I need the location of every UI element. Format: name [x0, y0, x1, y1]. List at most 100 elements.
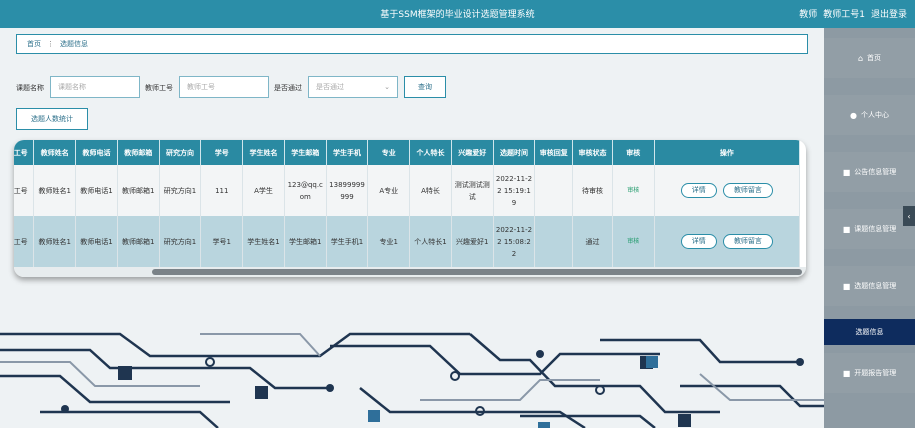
sidebar-item-home[interactable]: ⌂ 首页	[824, 38, 915, 78]
sidebar-item-label: 首页	[867, 54, 882, 62]
logout-link[interactable]: 退出登录	[871, 10, 907, 20]
column-header: 专业	[367, 140, 411, 165]
table-cell: 13899999999	[326, 165, 369, 216]
table-cell: 教师邮箱1	[117, 165, 160, 216]
table-cell: 2022-11-22 15:19:19	[493, 165, 536, 216]
breadcrumb: 首页 ⋮ 选题信息	[16, 34, 808, 54]
table-row: 工号 教师姓名1 教师电话1 教师邮箱1 研究方向1 111 A学生 123@q…	[14, 165, 801, 216]
topic-input[interactable]: 课题名称	[50, 76, 140, 98]
table-cell: 学号1	[200, 216, 244, 267]
chevron-down-icon: ⌄	[384, 83, 390, 91]
topic-icon: ■	[842, 224, 851, 234]
table-cell: 通过	[572, 216, 613, 267]
detail-button[interactable]: 详情	[680, 234, 717, 249]
sidebar-item-label: 课题信息管理	[854, 225, 897, 233]
table-row: 工号 教师姓名1 教师电话1 教师邮箱1 研究方向1 学号1 学生姓名1 学生邮…	[14, 216, 801, 267]
sidebar-item-label: 公告信息管理	[854, 168, 897, 176]
sidebar-item-selection-info[interactable]: 选题信息	[824, 319, 915, 345]
report-icon: ■	[842, 368, 851, 378]
circuit-decoration	[0, 332, 824, 428]
sidebar-item-label: 选题信息管理	[854, 282, 897, 290]
home-icon: ⌂	[857, 53, 864, 63]
table-cell: 2022-11-22 15:08:22	[493, 216, 536, 267]
query-button[interactable]: 查询	[404, 76, 446, 98]
pass-select-value: 是否通过	[316, 83, 344, 91]
breadcrumb-current: 选题信息	[60, 40, 88, 48]
table-cell: A特长	[409, 165, 452, 216]
column-header: 学号	[200, 140, 244, 165]
sidebar-item-selection-manage[interactable]: ■ 选题信息管理	[824, 266, 915, 306]
table-cell: 研究方向1	[159, 165, 202, 216]
column-header: 教师姓名	[33, 140, 77, 165]
table-cell: 123@qq.com	[284, 165, 327, 216]
table-cell: 工号	[14, 165, 35, 216]
column-header: 教师邮箱	[117, 140, 160, 165]
column-header: 教师电话	[75, 140, 118, 165]
breadcrumb-home[interactable]: 首页	[27, 39, 41, 49]
selection-table: 工号 教师姓名 教师电话 教师邮箱 研究方向 学号 学生姓名 学生邮箱 学生手机…	[14, 140, 801, 267]
sidebar-item-report[interactable]: ■ 开题报告管理	[824, 353, 915, 393]
data-table: 工号 教师姓名 教师电话 教师邮箱 研究方向 学号 学生姓名 学生邮箱 学生手机…	[14, 140, 806, 277]
sidebar-item-topic[interactable]: ■ 课题信息管理	[824, 209, 915, 249]
column-header: 审核状态	[572, 140, 613, 165]
horizontal-scrollbar[interactable]	[14, 267, 806, 277]
column-header: 研究方向	[159, 140, 202, 165]
user-area: 教师 教师工号1 退出登录	[793, 7, 907, 20]
table-cell: 教师邮箱1	[117, 216, 160, 267]
table-cell: 教师电话1	[75, 165, 118, 216]
pass-select[interactable]: 是否通过 ⌄	[308, 76, 398, 98]
bulletin-icon: ■	[842, 167, 851, 177]
table-cell: 待审核	[572, 165, 613, 216]
table-cell: A学生	[242, 165, 285, 216]
table-cell: 兴趣爱好1	[451, 216, 494, 267]
table-cell: 111	[200, 165, 244, 216]
pass-label: 是否通过	[274, 84, 302, 92]
table-cell: 学生姓名1	[242, 216, 285, 267]
column-header: 学生邮箱	[284, 140, 327, 165]
review-link[interactable]: 审核	[612, 216, 655, 267]
table-cell	[534, 165, 574, 216]
column-header: 选题时间	[493, 140, 536, 165]
sidebar: ⌂ 首页 ● 个人中心 ■ 公告信息管理 ■ 课题信息管理 ■ 选题信息管理 选题信息 ■…	[824, 28, 915, 428]
column-header: 兴趣爱好	[451, 140, 494, 165]
table-cell: 学生邮箱1	[284, 216, 327, 267]
app-title: 基于SSM框架的毕业设计选题管理系统	[380, 10, 535, 20]
selection-icon: ■	[842, 281, 851, 291]
sidebar-item-profile[interactable]: ● 个人中心	[824, 95, 915, 135]
table-cell: 测试测试测试	[451, 165, 494, 216]
column-header: 操作	[654, 140, 801, 165]
table-cell: 个人特长1	[409, 216, 452, 267]
breadcrumb-separator: ⋮	[47, 40, 54, 48]
teacher-input[interactable]: 教师工号	[179, 76, 269, 98]
detail-button[interactable]: 详情	[680, 183, 717, 198]
stats-button[interactable]: 选题人数统计	[16, 108, 88, 130]
sidebar-item-label: 开题报告管理	[854, 369, 897, 377]
table-cell: A专业	[367, 165, 411, 216]
review-link[interactable]: 审核	[612, 165, 655, 216]
table-cell: 教师电话1	[75, 216, 118, 267]
topic-label: 课题名称	[16, 84, 44, 92]
column-header: 审核回复	[534, 140, 574, 165]
sidebar-item-bulletin[interactable]: ■ 公告信息管理	[824, 152, 915, 192]
table-cell: 工号	[14, 216, 35, 267]
main-content: 首页 ⋮ 选题信息 课题名称 课题名称 教师工号 教师工号 是否通过 是否通过 …	[0, 28, 824, 428]
column-header: 工号	[14, 140, 35, 165]
sidebar-item-label: 选题信息	[855, 328, 884, 336]
column-header: 学生姓名	[242, 140, 285, 165]
table-cell: 教师姓名1	[33, 165, 77, 216]
top-bar: 基于SSM框架的毕业设计选题管理系统 教师 教师工号1 退出登录	[0, 0, 915, 28]
table-header-row: 工号 教师姓名 教师电话 教师邮箱 研究方向 学号 学生姓名 学生邮箱 学生手机…	[14, 140, 801, 165]
sidebar-item-label: 个人中心	[860, 111, 889, 119]
actions-cell: 详情 教师留言	[654, 165, 801, 216]
scrollbar-thumb[interactable]	[152, 269, 802, 275]
table-cell: 研究方向1	[159, 216, 202, 267]
actions-cell: 详情 教师留言	[654, 216, 801, 267]
teacher-message-button[interactable]: 教师留言	[722, 183, 773, 198]
table-cell	[534, 216, 574, 267]
sidebar-toggle-icon[interactable]: ‹	[903, 206, 915, 226]
column-header: 个人特长	[409, 140, 452, 165]
user-name: 教师工号1	[823, 10, 865, 20]
teacher-label: 教师工号	[145, 84, 173, 92]
table-cell: 教师姓名1	[33, 216, 77, 267]
teacher-message-button[interactable]: 教师留言	[722, 234, 773, 249]
